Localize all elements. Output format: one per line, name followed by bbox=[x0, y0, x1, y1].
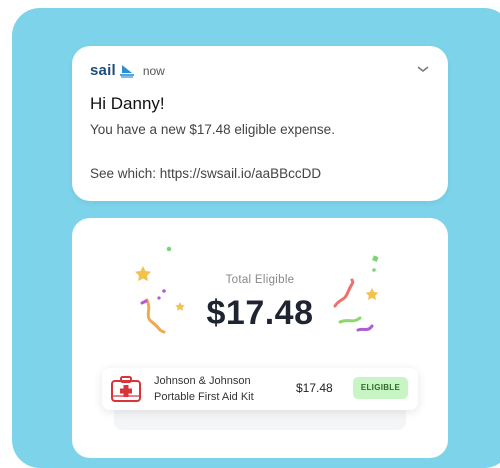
expense-item-row[interactable]: Johnson & Johnson Portable First Aid Kit… bbox=[102, 368, 418, 410]
total-eligible-label: Total Eligible bbox=[225, 274, 295, 286]
notification-header: sail now bbox=[90, 62, 165, 79]
total-eligible-amount: $17.48 bbox=[206, 294, 314, 332]
push-notification[interactable]: sail now Hi Danny! You have a new $17.48… bbox=[72, 46, 448, 201]
expense-summary-card: Total Eligible $17.48 Johnson & Johnson … bbox=[72, 218, 448, 458]
notification-link[interactable]: See which: https://swsail.io/aaBBccDD bbox=[90, 166, 321, 181]
expense-item-name-line2: Portable First Aid Kit bbox=[154, 391, 254, 403]
notification-time: now bbox=[142, 63, 165, 78]
eligible-status-badge: ELIGIBLE bbox=[353, 377, 408, 399]
sail-logo-icon bbox=[119, 64, 134, 78]
first-aid-kit-icon bbox=[111, 376, 141, 402]
expense-item-price: $17.48 bbox=[296, 381, 333, 395]
notification-message: You have a new $17.48 eligible expense. bbox=[90, 122, 335, 137]
stacked-card-shadow bbox=[114, 410, 406, 430]
notification-greeting: Hi Danny! bbox=[90, 94, 165, 113]
chevron-down-icon[interactable] bbox=[416, 64, 430, 74]
app-name: sail bbox=[90, 62, 116, 79]
confetti-decoration bbox=[135, 246, 379, 334]
expense-item-name-line1: Johnson & Johnson bbox=[154, 375, 251, 387]
expense-item-name: Johnson & Johnson Portable First Aid Kit bbox=[154, 373, 254, 405]
